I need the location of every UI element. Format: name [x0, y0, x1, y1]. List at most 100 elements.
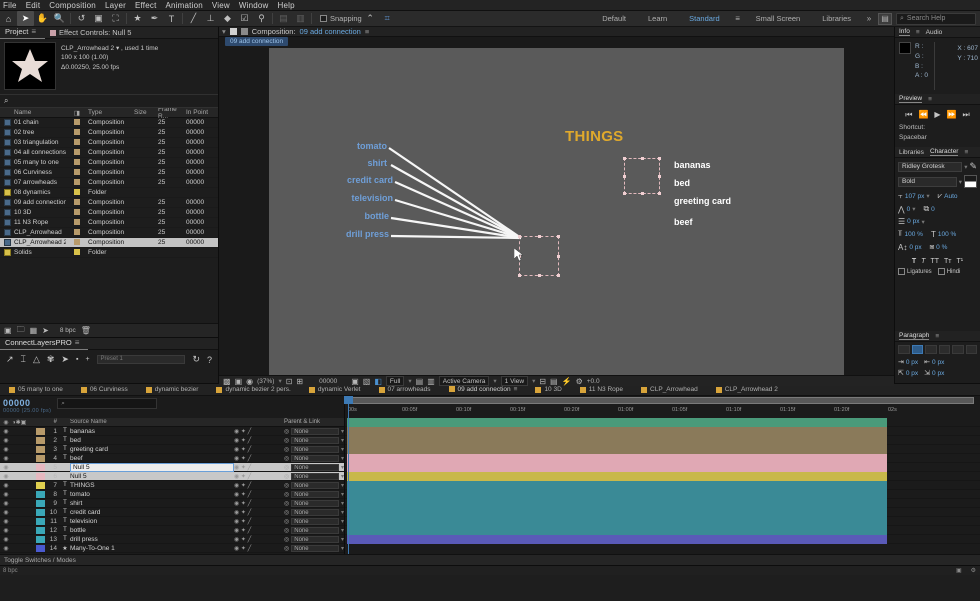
- rotation-tool-icon[interactable]: ↺: [73, 11, 90, 26]
- play-icon[interactable]: ➤: [61, 354, 69, 365]
- timeline-tab[interactable]: dynamic Verlet: [300, 384, 370, 395]
- layer-row[interactable]: ◉ 13 Tdrill press ◉ ✦ ╱ ◎ None ▾: [0, 535, 344, 544]
- timeline-ruler[interactable]: 00s 00:05f 00:10f 00:15f 00:20f 01:00f 01:05f 0…: [344, 396, 980, 554]
- prev-frame-icon[interactable]: ⏪: [918, 110, 928, 120]
- column-parent-link[interactable]: Parent & Link: [284, 419, 344, 425]
- menu-item-view[interactable]: View: [212, 1, 230, 10]
- project-row[interactable]: CLP_Arrowhead Composition 25 00000: [0, 228, 218, 238]
- layer-visibility-toggle[interactable]: ◉: [0, 509, 12, 516]
- project-row[interactable]: 04 all connections Composition 25 00000: [0, 148, 218, 158]
- menu-item-help[interactable]: Help: [278, 1, 295, 10]
- render-icon[interactable]: ▣: [956, 567, 962, 574]
- space-after-value[interactable]: 0 px: [932, 370, 944, 377]
- layer-duration-bar-row[interactable]: [345, 508, 980, 517]
- layer-visibility-toggle[interactable]: ◉: [0, 464, 12, 471]
- workspace-tab-libraries[interactable]: Libraries: [811, 11, 862, 27]
- panel-menu-icon[interactable]: ≡: [75, 337, 80, 349]
- menu-item-file[interactable]: File: [3, 1, 17, 10]
- column-size[interactable]: Size: [134, 109, 158, 116]
- layer-parent-value[interactable]: None: [291, 463, 339, 471]
- layer-label-color[interactable]: [36, 427, 45, 435]
- layer-name[interactable]: bananas: [70, 428, 234, 435]
- layer-visibility-toggle[interactable]: ◉: [0, 536, 12, 543]
- layer-label-color[interactable]: [36, 490, 45, 498]
- timeline-tab[interactable]: dynamic bezier 2 pers.: [207, 384, 299, 395]
- project-row[interactable]: 07 arrowheads Composition 25 00000: [0, 178, 218, 188]
- layer-duration-bar[interactable]: [347, 535, 887, 544]
- layer-name[interactable]: THINGS: [70, 482, 234, 489]
- pan-behind-tool-icon[interactable]: ⛶: [107, 11, 124, 26]
- canvas-label-television[interactable]: television: [289, 193, 393, 203]
- layer-visibility-toggle[interactable]: ◉: [0, 545, 12, 552]
- delete-icon[interactable]: 🗑: [81, 326, 91, 335]
- timeline-tab[interactable]: CLP_Arrowhead: [632, 384, 707, 395]
- layer-row[interactable]: ◉ 10 Tcredit card ◉ ✦ ╱ ◎ None ▾: [0, 508, 344, 517]
- layer-duration-bar-row[interactable]: [345, 436, 980, 445]
- project-row-label-swatch[interactable]: [66, 188, 88, 197]
- parent-pick-whip-icon[interactable]: ◎: [284, 491, 289, 498]
- layer-label-color[interactable]: [36, 499, 45, 507]
- layer-duration-bar-row[interactable]: [345, 535, 980, 544]
- snapping-checkbox[interactable]: [320, 15, 327, 22]
- interpret-footage-icon[interactable]: ➤: [42, 326, 49, 335]
- zoom-tool-icon[interactable]: 🔍: [51, 11, 68, 26]
- timeline-tab[interactable]: dynamic bezier: [137, 384, 208, 395]
- layer-name[interactable]: Null 5: [70, 473, 234, 480]
- layer-duration-bar-row[interactable]: [345, 490, 980, 499]
- magnet-icon[interactable]: ⌃: [362, 11, 379, 26]
- menu-item-effect[interactable]: Effect: [135, 1, 157, 10]
- align-right-button[interactable]: [925, 345, 937, 354]
- project-row[interactable]: CLP_Arrowhead 2 Composition 25 00000: [0, 238, 218, 248]
- layer-row[interactable]: ◉ 8 Ttomato ◉ ✦ ╱ ◎ None ▾: [0, 490, 344, 499]
- workspace-tab-standard[interactable]: Standard: [678, 11, 730, 27]
- layer-parent-value[interactable]: None: [291, 499, 339, 507]
- toggle-switches-modes-button[interactable]: Toggle Switches / Modes: [4, 557, 76, 564]
- font-family-field[interactable]: Ridley Grotesk: [898, 161, 963, 172]
- layer-parent-link[interactable]: ◎ None ▾: [284, 490, 344, 498]
- parent-pick-whip-icon[interactable]: ◎: [284, 482, 289, 489]
- timeline-tab[interactable]: 09 add connection ≡: [440, 384, 527, 395]
- all-caps-button[interactable]: TT: [930, 258, 939, 265]
- stroke-width-value[interactable]: 0 px: [907, 218, 919, 225]
- layer-duration-bar-row[interactable]: [345, 481, 980, 490]
- project-row[interactable]: 02 tree Composition 25 00000: [0, 128, 218, 138]
- font-style-field[interactable]: Bold: [898, 176, 957, 187]
- layer-parent-link[interactable]: ◎ None ▾: [284, 445, 344, 453]
- column-source-name[interactable]: Source Name: [70, 419, 234, 425]
- parent-pick-whip-icon[interactable]: ◎: [284, 437, 289, 444]
- parent-pick-whip-icon[interactable]: ◎: [284, 500, 289, 507]
- layer-label-color[interactable]: [36, 472, 45, 480]
- tab-connect-layers[interactable]: ConnectLayersPRO ≡: [0, 337, 89, 350]
- layer-duration-bar[interactable]: [347, 418, 887, 427]
- next-frame-icon[interactable]: ⏩: [947, 110, 957, 120]
- new-folder-icon[interactable]: 🗀: [17, 324, 25, 338]
- layer-switches[interactable]: ◉ ✦ ╱: [234, 500, 284, 507]
- hand-tool-icon[interactable]: ✋: [34, 11, 51, 26]
- layer-parent-value[interactable]: None: [291, 436, 339, 444]
- layer-parent-link[interactable]: ◎ None ▾: [284, 427, 344, 435]
- layer-visibility-toggle[interactable]: ◉: [0, 527, 12, 534]
- leading-value[interactable]: Auto: [944, 193, 957, 200]
- project-row-label-swatch[interactable]: [66, 158, 88, 167]
- layer-switches[interactable]: ◉ ✦ ╱: [234, 446, 284, 453]
- project-row[interactable]: 01 chain Composition 25 00000: [0, 118, 218, 128]
- timeline-tab[interactable]: 11 N3 Rope: [571, 384, 632, 395]
- project-row-label-swatch[interactable]: [66, 218, 88, 227]
- null-object-selection-box-main[interactable]: [518, 235, 560, 277]
- kerning-value[interactable]: 0: [907, 206, 911, 213]
- layer-parent-link[interactable]: ◎ None ▾: [284, 472, 344, 480]
- baseline-shift-value[interactable]: 0 px: [909, 244, 921, 251]
- project-row[interactable]: 05 many to one Composition 25 00000: [0, 158, 218, 168]
- align-panel-icon[interactable]: ⌗: [379, 11, 396, 26]
- layer-switches[interactable]: ◉ ✦ ╱: [234, 536, 284, 543]
- layer-visibility-toggle[interactable]: ◉: [0, 428, 12, 435]
- panel-menu-icon[interactable]: ≡: [365, 27, 369, 36]
- layer-duration-bar-row[interactable]: [345, 418, 980, 427]
- project-row-label-swatch[interactable]: [66, 198, 88, 207]
- layer-switches[interactable]: ◉ ✦ ╱: [234, 509, 284, 516]
- layer-visibility-toggle[interactable]: ◉: [0, 446, 12, 453]
- layer-label-color[interactable]: [36, 508, 45, 516]
- layer-switches[interactable]: ◉ ✦ ╱: [234, 428, 284, 435]
- justify-last-left-button[interactable]: [938, 345, 950, 354]
- composition-tab-name[interactable]: 09 add connection: [300, 27, 361, 36]
